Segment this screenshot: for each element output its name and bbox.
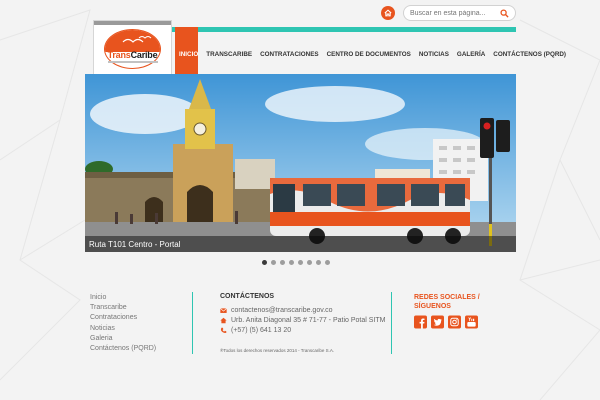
logo-tagline — [108, 61, 158, 63]
footer-divider — [391, 292, 392, 354]
footer-link-contrataciones[interactable]: Contrataciones — [90, 313, 156, 323]
instagram-icon[interactable] — [448, 315, 461, 329]
slider-dot-7[interactable] — [316, 260, 321, 265]
nav-item-noticias[interactable]: NOTICIAS — [415, 46, 453, 63]
slide-image — [85, 74, 516, 252]
nav-item-contrataciones[interactable]: CONTRATACIONES — [256, 46, 323, 63]
youtube-icon[interactable] — [465, 315, 478, 329]
contact-email: contactenos@transcaribe.gov.co — [220, 307, 333, 314]
search-input[interactable] — [410, 9, 500, 17]
twitter-icon[interactable] — [431, 315, 444, 329]
slider-dot-6[interactable] — [307, 260, 312, 265]
logo-emblem — [104, 29, 161, 69]
logo-wordmark: TransCaribe — [107, 50, 158, 60]
nav-item-contactenos[interactable]: CONTÁCTENOS (PQRD) — [489, 46, 570, 63]
footer-divider — [192, 292, 193, 354]
slide-caption: Ruta T101 Centro - Portal — [89, 240, 181, 249]
footer-link-contactenos[interactable]: Contáctenos (PQRD) — [90, 344, 156, 354]
slider-dot-3[interactable] — [280, 260, 285, 265]
contact-phone: (+57) (5) 641 13 20 — [220, 327, 291, 334]
facebook-icon[interactable] — [414, 315, 427, 329]
home-icon — [220, 317, 227, 324]
nav-item-galeria[interactable]: GALERÍA — [453, 46, 489, 63]
site-logo[interactable]: TransCaribe — [93, 20, 172, 82]
slider-dot-4[interactable] — [289, 260, 294, 265]
main-nav: INICIO TRANSCARIBE CONTRATACIONES CENTRO… — [175, 46, 570, 63]
slider-dot-2[interactable] — [271, 260, 276, 265]
footer-link-transcaribe[interactable]: Transcaribe — [90, 303, 156, 313]
social-title: REDES SOCIALES / SÍGUENOS — [414, 294, 480, 310]
footer-link-noticias[interactable]: Noticias — [90, 324, 156, 334]
nav-item-centro-de-documentos[interactable]: CENTRO DE DOCUMENTOS — [323, 46, 415, 63]
contact-address: Urb. Anita Diagonal 35 # 71-77 - Patio P… — [220, 317, 385, 324]
envelope-icon — [220, 308, 227, 313]
header-accent-bar — [172, 27, 516, 32]
slider-dot-5[interactable] — [298, 260, 303, 265]
nav-item-transcaribe[interactable]: TRANSCARIBE — [202, 46, 256, 63]
home-button[interactable] — [381, 6, 395, 20]
contact-title: CONTÁCTENOS — [220, 293, 275, 300]
home-icon — [384, 9, 392, 17]
slider-dot-1[interactable] — [262, 260, 267, 265]
contact-address-text: Urb. Anita Diagonal 35 # 71-77 - Patio P… — [231, 317, 386, 324]
search-box[interactable] — [403, 5, 516, 21]
hero-slider[interactable]: Ruta T101 Centro - Portal — [85, 74, 516, 252]
footer-link-inicio[interactable]: Inicio — [90, 293, 156, 303]
slider-dot-8[interactable] — [325, 260, 330, 265]
phone-icon — [220, 327, 227, 333]
footer-links: Inicio Transcaribe Contrataciones Notici… — [90, 293, 156, 354]
footer-link-galeria[interactable]: Galeria — [90, 334, 156, 344]
copyright-text: ®Todos los derechos reservados 2014 - Tr… — [220, 348, 335, 353]
nav-item-inicio[interactable]: INICIO — [175, 46, 202, 63]
slider-pagination — [262, 260, 330, 265]
contact-email-text[interactable]: contactenos@transcaribe.gov.co — [231, 307, 333, 314]
social-links — [414, 315, 478, 329]
search-icon[interactable] — [500, 8, 509, 18]
contact-phone-text: (+57) (5) 641 13 20 — [231, 327, 292, 334]
